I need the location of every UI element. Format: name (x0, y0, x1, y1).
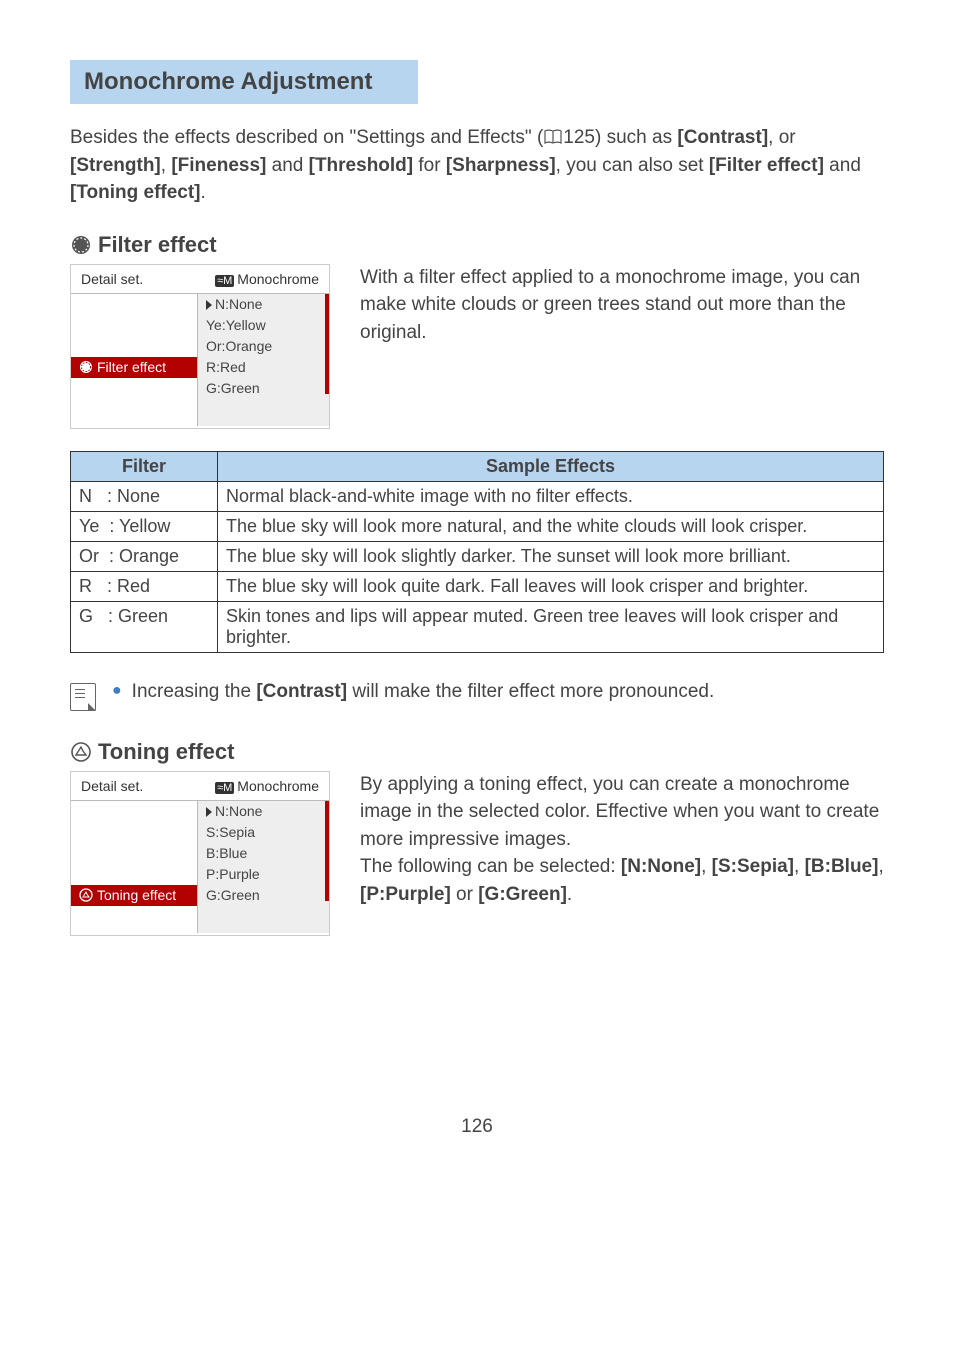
note-page-icon (70, 683, 96, 711)
bullet-icon: ● (112, 682, 122, 699)
text: , (161, 155, 172, 176)
manual-page: Monochrome Adjustment Besides the effect… (0, 0, 954, 1158)
toning-lcd-screenshot: Detail set. ≈MMonochrome Toning effect (70, 771, 330, 936)
text: [Fineness] (171, 155, 266, 176)
text: [Filter effect] (709, 155, 824, 176)
section-title: Monochrome Adjustment (70, 60, 418, 104)
filter-cell: R : Red (71, 571, 218, 601)
toning-effect-heading: Toning effect (70, 739, 884, 765)
heading-text: Filter effect (98, 232, 217, 258)
table-row: Ye : YellowThe blue sky will look more n… (71, 511, 884, 541)
table-header-filter: Filter (71, 451, 218, 481)
lcd-option: P:Purple (198, 864, 329, 885)
selection-marker-icon (206, 807, 212, 817)
lcd-option: N:None (198, 801, 329, 822)
effect-cell: The blue sky will look slightly darker. … (218, 541, 884, 571)
lcd-selected-row: Filter effect (71, 357, 197, 378)
page-number: 126 (70, 1116, 884, 1138)
lcd-style-label: ≈MMonochrome (215, 271, 319, 287)
lcd-option: S:Sepia (198, 822, 329, 843)
toning-effect-description: By applying a toning effect, you can cre… (360, 771, 884, 909)
effect-cell: The blue sky will look quite dark. Fall … (218, 571, 884, 601)
lcd-option: N:None (198, 294, 329, 315)
text: . (201, 182, 206, 203)
table-row: N : NoneNormal black-and-white image wit… (71, 481, 884, 511)
toning-effect-row-icon (79, 888, 93, 902)
filter-effect-icon (70, 234, 92, 256)
text: Besides the effects described on "Settin… (70, 127, 543, 148)
filter-cell: Or : Orange (71, 541, 218, 571)
lcd-selected-label: Filter effect (97, 357, 166, 378)
text: , you can also set (556, 155, 709, 176)
table-row: Or : OrangeThe blue sky will look slight… (71, 541, 884, 571)
table-header-effects: Sample Effects (218, 451, 884, 481)
lcd-detail-set-label: Detail set. (81, 271, 143, 287)
lcd-scrollbar (325, 801, 329, 901)
filter-effect-section: Filter effect Detail set. ≈MMonochrome F… (70, 232, 884, 429)
text: [Contrast] (677, 127, 768, 148)
effect-cell: Skin tones and lips will appear muted. G… (218, 601, 884, 652)
lcd-option: G:Green (198, 885, 329, 906)
text: and (266, 155, 308, 176)
text: , or (768, 127, 795, 148)
lcd-selected-label: Toning effect (97, 885, 176, 906)
text: [Strength] (70, 155, 161, 176)
text: for (413, 155, 446, 176)
filter-effects-table: Filter Sample Effects N : NoneNormal bla… (70, 451, 884, 653)
toning-effect-section: Toning effect Detail set. ≈MMonochrome (70, 739, 884, 936)
selection-marker-icon (206, 300, 212, 310)
text: ) such as (595, 127, 677, 148)
lcd-option: G:Green (198, 378, 329, 399)
text: [Threshold] (309, 155, 414, 176)
intro-paragraph: Besides the effects described on "Settin… (70, 124, 884, 207)
lcd-style-label: ≈MMonochrome (215, 778, 319, 794)
text: [Toning effect] (70, 182, 201, 203)
lcd-detail-set-label: Detail set. (81, 778, 143, 794)
filter-cell: G : Green (71, 601, 218, 652)
lcd-option: Ye:Yellow (198, 315, 329, 336)
lcd-option: Or:Orange (198, 336, 329, 357)
tip-note: ●Increasing the [Contrast] will make the… (70, 681, 884, 711)
filter-effect-description: With a filter effect applied to a monoch… (360, 264, 884, 347)
filter-effect-row-icon (79, 360, 93, 374)
filter-effect-heading: Filter effect (70, 232, 884, 258)
table-row: R : RedThe blue sky will look quite dark… (71, 571, 884, 601)
filter-cell: Ye : Yellow (71, 511, 218, 541)
toning-effect-icon (70, 741, 92, 763)
note-text: ●Increasing the [Contrast] will make the… (112, 681, 884, 703)
filter-lcd-screenshot: Detail set. ≈MMonochrome Filter effect (70, 264, 330, 429)
lcd-selected-row: Toning effect (71, 885, 197, 906)
lcd-option: B:Blue (198, 843, 329, 864)
heading-text: Toning effect (98, 739, 234, 765)
filter-cell: N : None (71, 481, 218, 511)
text: 125 (563, 127, 595, 148)
effect-cell: The blue sky will look more natural, and… (218, 511, 884, 541)
table-row: G : GreenSkin tones and lips will appear… (71, 601, 884, 652)
text: and (824, 155, 861, 176)
book-icon (543, 129, 563, 145)
effect-cell: Normal black-and-white image with no fil… (218, 481, 884, 511)
text: [Sharpness] (446, 155, 556, 176)
lcd-option: R:Red (198, 357, 329, 378)
lcd-scrollbar (325, 294, 329, 394)
